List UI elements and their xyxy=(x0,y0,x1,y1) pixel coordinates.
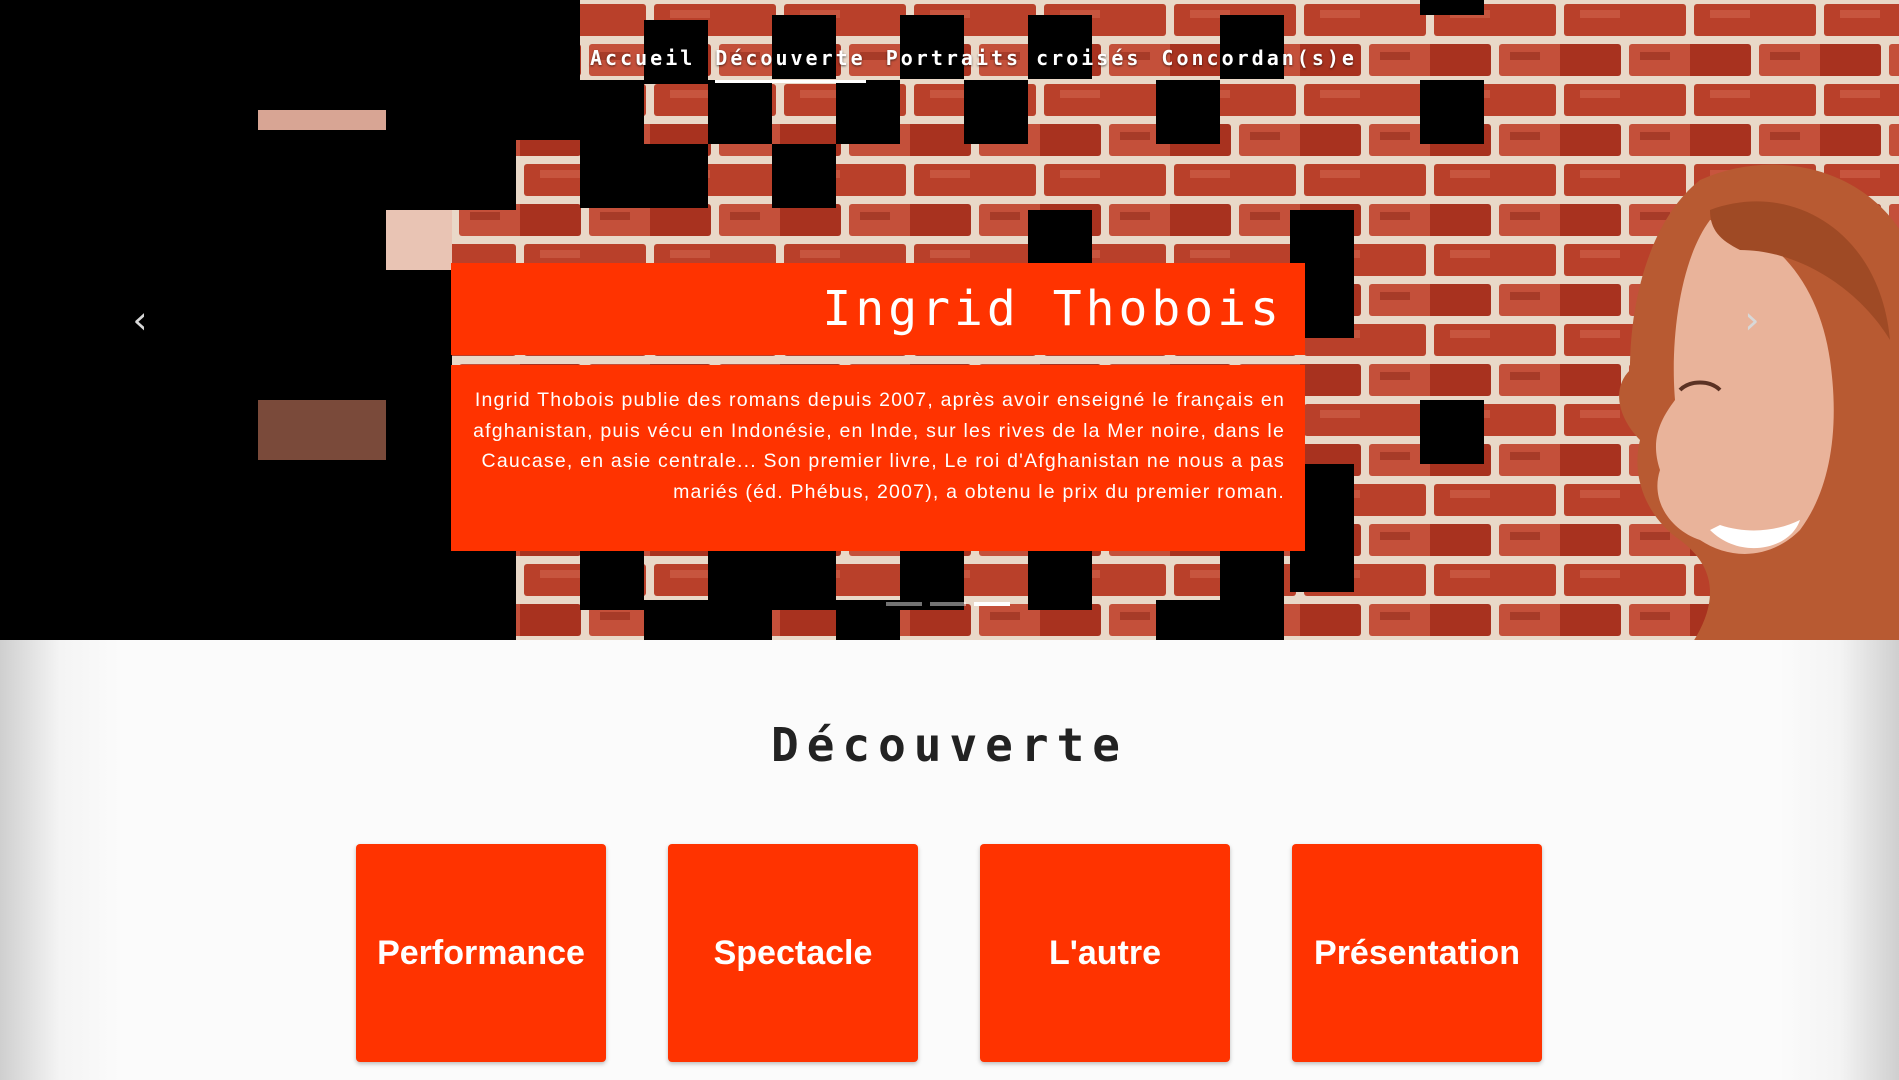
slide-title-box: Ingrid Thobois xyxy=(451,263,1305,355)
carousel-indicator-3[interactable] xyxy=(974,602,1010,606)
carousel-indicator-1[interactable] xyxy=(886,602,922,606)
card-label: Présentation xyxy=(1314,933,1520,972)
card-presentation[interactable]: Présentation xyxy=(1292,844,1542,1062)
card-label: L'autre xyxy=(1049,933,1161,972)
category-cards: Performance Spectacle L'autre Présentati… xyxy=(356,844,1542,1062)
carousel-indicator-2[interactable] xyxy=(930,602,966,606)
decouverte-section: Découverte Performance Spectacle L'autre… xyxy=(0,640,1899,1080)
nav-concordanse[interactable]: Concordan(s)e xyxy=(1161,46,1357,83)
card-label: Performance xyxy=(377,933,585,972)
nav-portraits-croises[interactable]: Portraits croisés xyxy=(886,46,1142,83)
nav-decouverte[interactable]: Découverte xyxy=(715,46,866,83)
nav-accueil[interactable]: Accueil xyxy=(590,46,695,83)
card-performance[interactable]: Performance xyxy=(356,844,606,1062)
carousel-indicators xyxy=(886,602,1010,606)
carousel-prev-icon[interactable]: ‹ xyxy=(120,300,160,340)
portrait-photo xyxy=(1619,164,1899,640)
card-label: Spectacle xyxy=(713,933,873,972)
slide-title: Ingrid Thobois xyxy=(822,281,1283,337)
card-lautre[interactable]: L'autre xyxy=(980,844,1230,1062)
slide-description: Ingrid Thobois publie des romans depuis … xyxy=(451,365,1305,551)
carousel-next-icon[interactable]: › xyxy=(1732,300,1772,340)
hero-carousel: Accueil Découverte Portraits croisés Con… xyxy=(0,0,1899,640)
section-title: Découverte xyxy=(771,718,1128,772)
card-spectacle[interactable]: Spectacle xyxy=(668,844,918,1062)
main-nav: Accueil Découverte Portraits croisés Con… xyxy=(590,46,1357,83)
